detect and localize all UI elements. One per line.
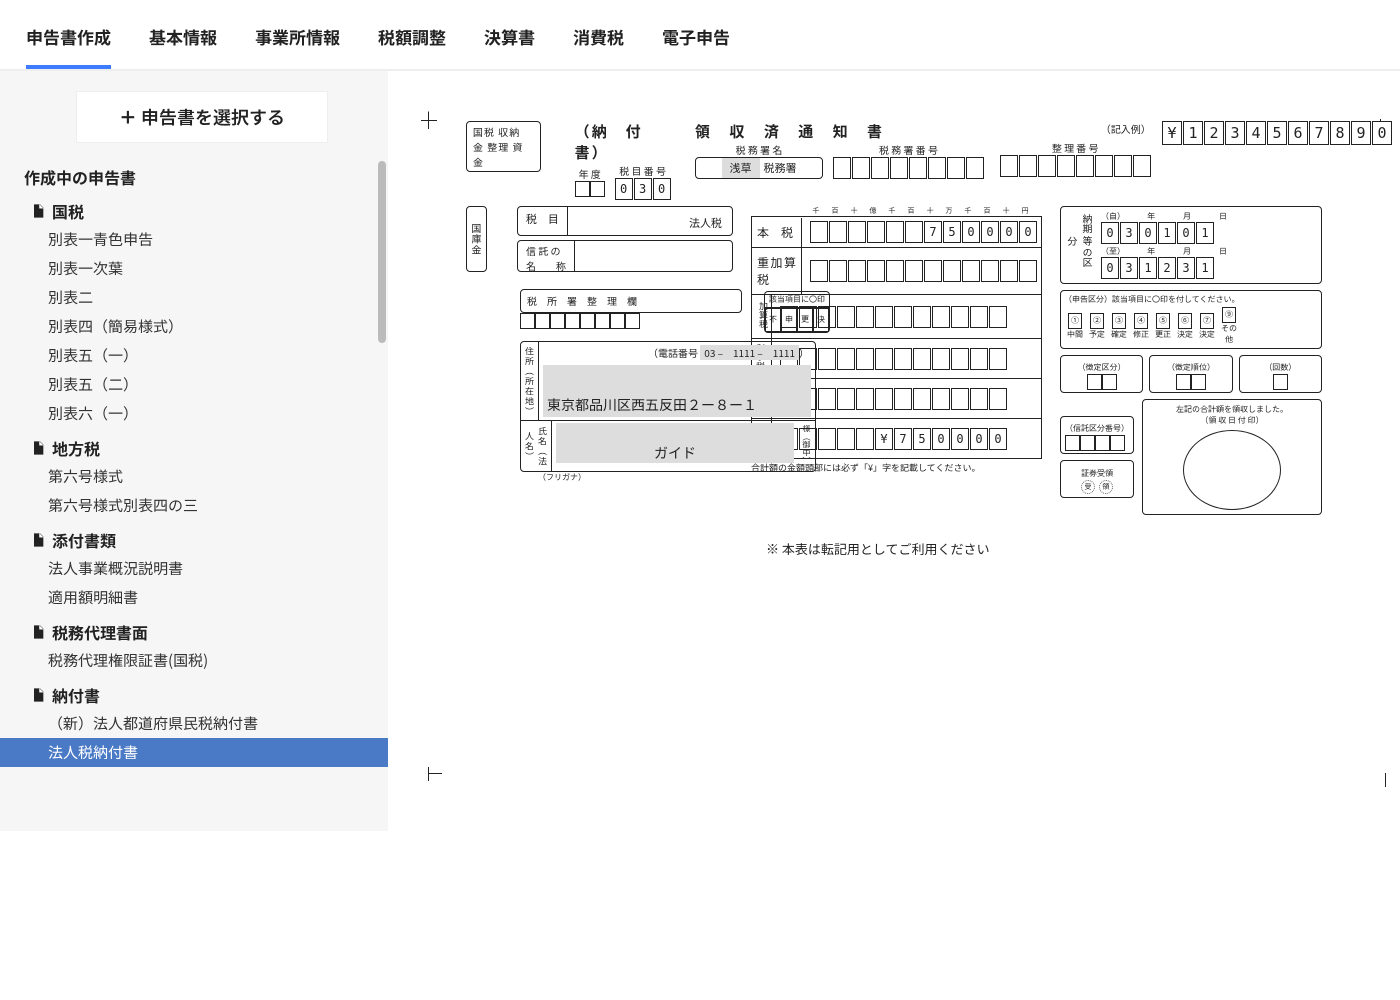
due-mark-label: 該当項目に〇印 [765,292,829,308]
sidebar-item[interactable]: 別表四（簡易様式） [0,312,388,341]
tab-1[interactable]: 基本情報 [149,24,217,69]
tab-4[interactable]: 決算書 [484,24,535,69]
year-label: 年 度 [575,166,605,181]
sidebar-group: 国税 [0,191,388,225]
sidebar-item[interactable]: 法人税納付書 [0,738,388,767]
tab-5[interactable]: 消費税 [573,24,624,69]
tab-2[interactable]: 事業所情報 [255,24,340,69]
sidebar-group: 税務代理書面 [0,612,388,646]
sidebar-group: 納付書 [0,675,388,709]
trust-label: 信 託 の 名 称 [518,241,575,271]
tab-0[interactable]: 申告書作成 [26,24,111,69]
sidebar-item[interactable]: 別表六（一） [0,399,388,428]
office-suffix: 税務署 [764,160,797,176]
sidebar-item[interactable]: 別表一青色申告 [0,225,388,254]
document-area: 国税 収納 金 整理 資金 （納 付 書） 年 度 税 目 番 号 030 [388,71,1400,831]
sidebar-item[interactable]: 法人事業概況説明書 [0,554,388,583]
office-no-digits [833,157,984,179]
sidebar-item[interactable]: 別表五（一） [0,341,388,370]
sama-label: 様（御中） [798,421,815,471]
example-label: （記入例） [1000,121,1151,136]
addr-label: 住所（所在地） [521,342,539,420]
sidebar-group: 添付書類 [0,520,388,554]
period-from: 030101 [1101,222,1227,244]
trust-no-label: （信託区分番号） [1065,423,1129,434]
tax-item-value: 法人税 [568,207,732,235]
office-name-label: 税 務 署 名 [695,142,823,157]
sidebar-item[interactable]: 別表五（二） [0,370,388,399]
sidebar-scrollbar[interactable] [378,161,386,343]
sidebar-group: 地方税 [0,428,388,462]
name-value: ガイド [556,423,794,463]
tab-6[interactable]: 電子申告 [662,24,730,69]
fund-box: 国税 収納 金 整理 資金 [466,121,541,172]
sidebar-item[interactable]: 別表二 [0,283,388,312]
plus-icon: ＋ [119,104,137,130]
sidebar-item[interactable]: （新）法人都道府県民税納付書 [0,709,388,738]
from-label: （自） [1101,211,1125,222]
period-title: 納期等の区分 [1065,211,1095,269]
office-name: 浅草 [722,158,760,178]
sidebar-item[interactable]: 適用額明細書 [0,583,388,612]
noufu-title: （納 付 書） [575,121,671,163]
sidebar-heading: 作成中の申告書 [0,159,388,191]
sidebar-item[interactable]: 第六号様式 [0,462,388,491]
sidebar-item[interactable]: 別表一次葉 [0,254,388,283]
add-form-button[interactable]: ＋ 申告書を選択する [76,91,328,143]
furigana-label: （フリガナ） [538,472,816,483]
example-digits: ¥1234567890 [1162,121,1392,145]
transcribe-note: ※ 本表は転記用としてご利用ください [766,539,990,558]
period-to: 031231 [1101,257,1227,279]
office-no-label: 税 務 署 番 号 [833,142,984,157]
seiri-label: 整 理 番 号 [1000,140,1151,155]
item-label: 税 目 番 号 [615,163,671,178]
shinkoku-label: （申告区分）該当項目に〇印を付してください。 [1064,294,1318,305]
receipt-seal [1183,430,1281,510]
treasury-label: 国庫金 [466,206,487,272]
tax-item-label: 税 目 [518,207,568,235]
add-form-label: 申告書を選択する [141,104,285,130]
sidebar-item[interactable]: 税務代理権限証書(国税) [0,646,388,675]
to-label: （至） [1101,246,1125,257]
tabs: 申告書作成 基本情報 事業所情報 税額調整 決算書 消費税 電子申告 [0,0,1400,71]
sidebar: ＋ 申告書を選択する 作成中の申告書 国税別表一青色申告別表一次葉別表二別表四（… [0,71,388,831]
address-value: 東京都品川区西五反田２ー８ー１ [543,365,811,417]
receipt-title: 領 収 済 通 知 書 [695,121,984,142]
payment-slip: 国税 収納 金 整理 資金 （納 付 書） 年 度 税 目 番 号 030 [466,121,1392,515]
item-digits: 030 [615,178,671,200]
sidebar-item[interactable]: 第六号様式別表四の三 [0,491,388,520]
seiri-box: 税 所 署 整 理 欄 [520,289,742,313]
seiri-digits [1000,155,1151,177]
shouken-label: 証券受領 [1081,468,1113,479]
tel-value: 03 – 1111 – 1111 [700,345,799,360]
name-label: 氏名（法人名） [521,421,552,471]
tab-3[interactable]: 税額調整 [378,24,446,69]
